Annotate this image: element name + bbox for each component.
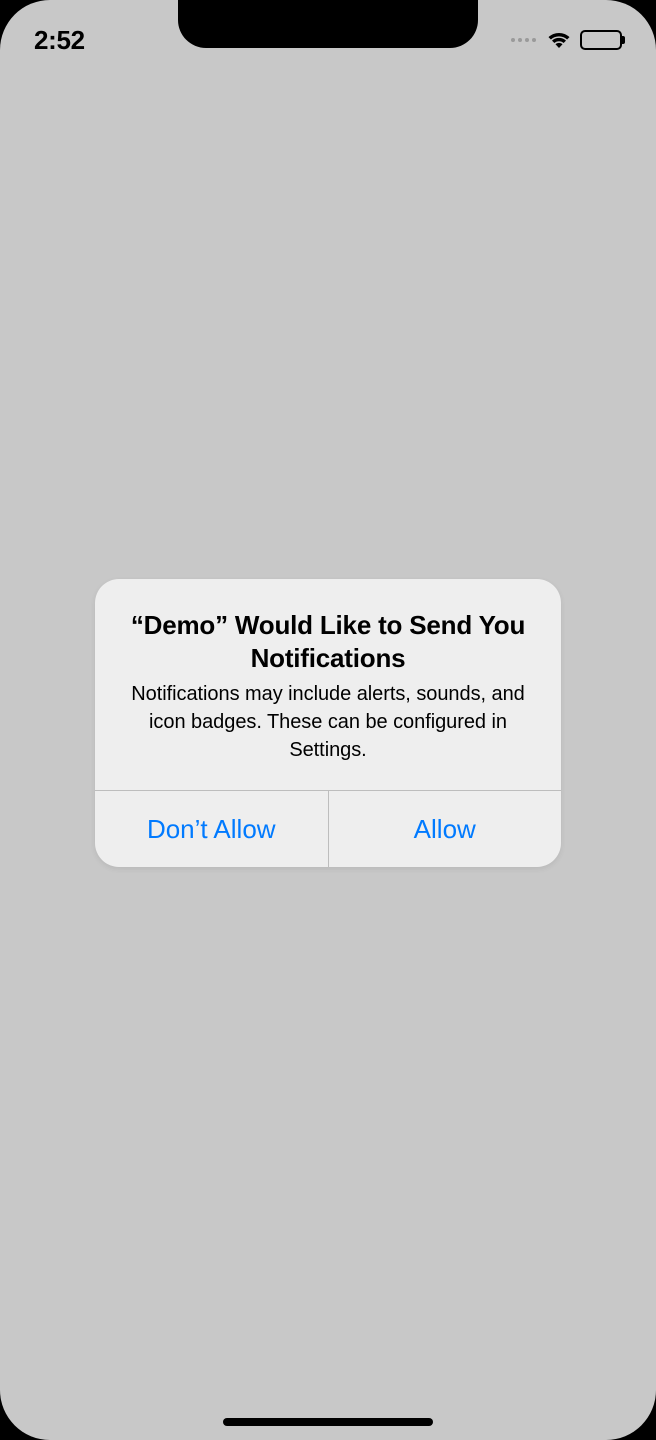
dont-allow-button[interactable]: Don’t Allow — [95, 791, 329, 867]
allow-button[interactable]: Allow — [329, 791, 562, 867]
wifi-icon — [546, 30, 572, 50]
device-notch — [178, 0, 478, 48]
alert-buttons: Don’t Allow Allow — [95, 790, 561, 867]
status-time: 2:52 — [34, 15, 85, 56]
alert-message: Notifications may include alerts, sounds… — [121, 680, 535, 764]
screen: 2:52 “Demo” Would Like to Send You Notif… — [0, 0, 656, 1440]
alert-body: “Demo” Would Like to Send You Notificati… — [95, 579, 561, 790]
cellular-dots-icon — [511, 38, 536, 42]
notification-permission-alert: “Demo” Would Like to Send You Notificati… — [95, 579, 561, 867]
battery-icon — [580, 30, 622, 50]
home-indicator[interactable] — [223, 1418, 433, 1426]
alert-title: “Demo” Would Like to Send You Notificati… — [121, 609, 535, 674]
status-indicators — [511, 20, 622, 50]
